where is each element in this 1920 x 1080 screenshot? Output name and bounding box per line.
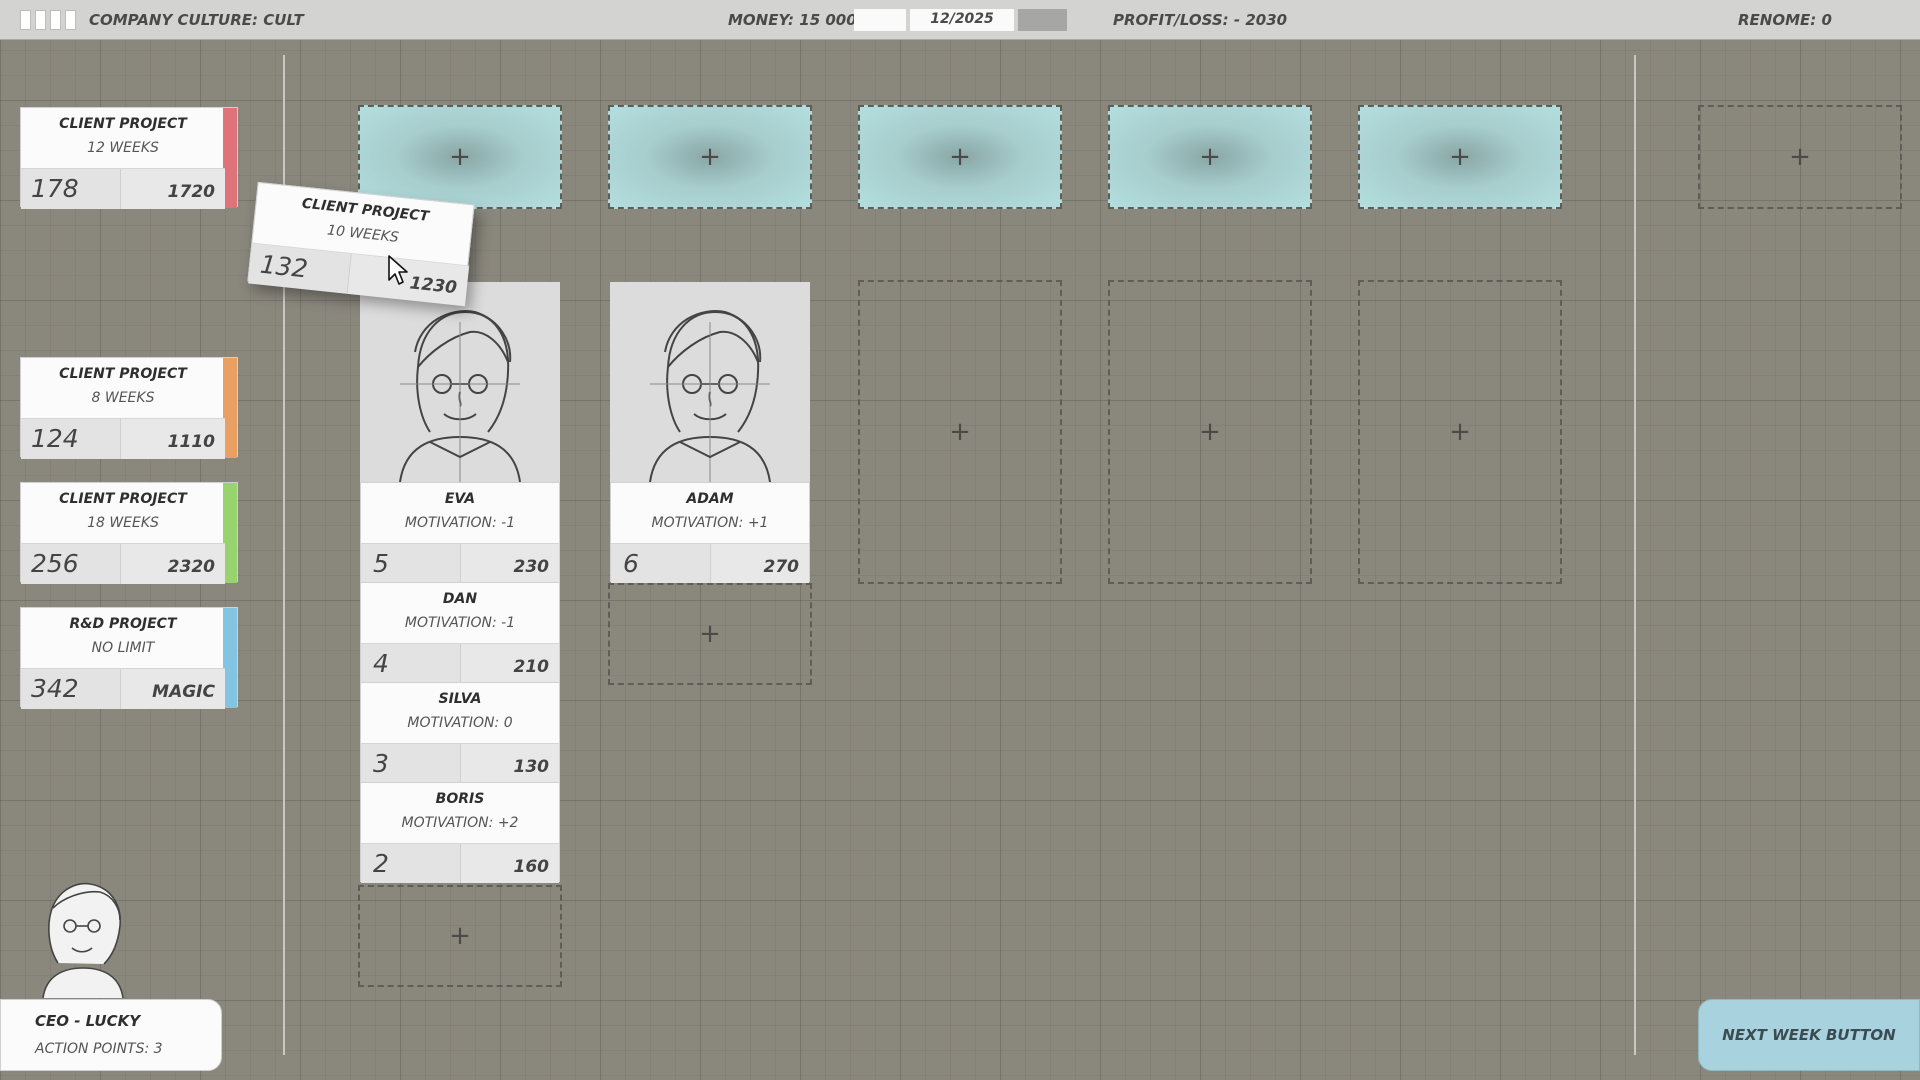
employee-slot[interactable]: + [358, 885, 562, 987]
ceo-name: CEO - LUCKY [35, 1012, 141, 1030]
project-title: CLIENT PROJECT [59, 491, 187, 507]
project-color-tag [223, 108, 237, 208]
employee-portrait[interactable] [610, 282, 810, 482]
ceo-face-icon [42, 882, 124, 999]
action-points: ACTION POINTS: 3 [35, 1041, 163, 1057]
company-culture-label: COMPANY CULTURE: CULT [89, 11, 304, 29]
employee-slot[interactable]: + [608, 583, 812, 685]
project-duration: 8 WEEKS [91, 390, 155, 406]
employee-skill: 2 [361, 844, 461, 883]
employee-name: EVA [444, 491, 476, 507]
employee-card[interactable]: DAN MOTIVATION: -1 4 210 [360, 582, 560, 683]
menu-icon[interactable] [20, 10, 77, 30]
employee-name: BORIS [435, 791, 485, 807]
employee-face-icon [649, 310, 771, 482]
employee-slot[interactable]: + [1358, 280, 1562, 584]
add-icon: + [1449, 142, 1471, 172]
employee-slot[interactable]: + [1108, 280, 1312, 584]
project-work: 178 [21, 169, 121, 209]
extra-project-slot[interactable]: + [1698, 105, 1902, 209]
project-slot[interactable]: + [1108, 105, 1312, 209]
add-icon: + [449, 142, 471, 172]
project-work: 132 [248, 243, 352, 294]
add-icon: + [1199, 417, 1221, 447]
project-slot[interactable]: + [608, 105, 812, 209]
employee-motivation: MOTIVATION: 0 [407, 715, 513, 731]
add-icon: + [949, 417, 971, 447]
ceo-panel: CEO - LUCKY ACTION POINTS: 3 [0, 999, 222, 1071]
add-icon: + [1449, 417, 1471, 447]
employee-skill: 6 [611, 544, 711, 583]
mouse-cursor-icon [388, 255, 408, 285]
employee-card[interactable]: SILVA MOTIVATION: 0 3 130 [360, 682, 560, 783]
project-card[interactable]: CLIENT PROJECT 18 WEEKS 256 2320 [20, 482, 238, 584]
employee-salary: 130 [461, 744, 559, 783]
employee-salary: 160 [461, 844, 559, 883]
employee-motivation: MOTIVATION: +1 [651, 515, 769, 531]
add-icon: + [699, 619, 721, 649]
employee-name: DAN [442, 591, 478, 607]
project-card[interactable]: CLIENT PROJECT 8 WEEKS 124 1110 [20, 357, 238, 459]
employee-skill: 5 [361, 544, 461, 583]
ceo-portrait[interactable] [28, 868, 138, 999]
project-reward: 1720 [121, 169, 225, 209]
employee-face-icon [399, 310, 521, 482]
employee-card[interactable]: BORIS MOTIVATION: +2 2 160 [360, 782, 560, 883]
add-icon: + [1199, 142, 1221, 172]
project-slot[interactable]: + [358, 105, 562, 209]
employee-skill: 4 [361, 644, 461, 683]
add-icon: + [449, 921, 471, 951]
employee-slot[interactable]: + [858, 280, 1062, 584]
employee-salary: 210 [461, 644, 559, 683]
project-reward: MAGIC [121, 669, 225, 709]
project-color-tag [223, 358, 237, 458]
project-title: CLIENT PROJECT [59, 116, 187, 132]
project-reward: 2320 [121, 544, 225, 584]
project-title: CLIENT PROJECT [59, 366, 187, 382]
employee-motivation: MOTIVATION: -1 [404, 615, 516, 631]
date-prev-segment [854, 9, 906, 31]
employee-motivation: MOTIVATION: -1 [404, 515, 516, 531]
project-card[interactable]: CLIENT PROJECT 12 WEEKS 178 1720 [20, 107, 238, 209]
employee-skill: 3 [361, 744, 461, 783]
add-icon: + [949, 142, 971, 172]
money-label: MONEY: 15 000 [728, 11, 857, 29]
employee-name: ADAM [686, 491, 734, 507]
employee-motivation: MOTIVATION: +2 [401, 815, 519, 831]
employee-name: SILVA [438, 691, 482, 707]
add-icon: + [699, 142, 721, 172]
employee-card[interactable]: EVA MOTIVATION: -1 5 230 [360, 482, 560, 583]
project-slot[interactable]: + [858, 105, 1062, 209]
project-slot[interactable]: + [1358, 105, 1562, 209]
renome-label: RENOME: 0 [1738, 11, 1832, 29]
project-work: 342 [21, 669, 121, 709]
dragged-project-card[interactable]: CLIENT PROJECT 10 WEEKS 132 1230 [247, 181, 475, 307]
project-title: R&D PROJECT [69, 616, 177, 632]
profit-loss-label: PROFIT/LOSS: - 2030 [1113, 11, 1288, 29]
employee-salary: 230 [461, 544, 559, 583]
date-next-segment [1018, 9, 1067, 31]
project-duration: 12 WEEKS [87, 140, 159, 156]
right-divider [1634, 55, 1636, 1055]
project-color-tag [223, 608, 237, 708]
project-duration: NO LIMIT [91, 640, 155, 656]
employee-portrait[interactable] [360, 282, 560, 482]
project-reward: 1110 [121, 419, 225, 459]
next-week-button[interactable]: NEXT WEEK BUTTON [1698, 999, 1920, 1071]
top-status-bar: COMPANY CULTURE: CULT MONEY: 15 000 12/2… [0, 0, 1920, 40]
project-card[interactable]: R&D PROJECT NO LIMIT 342 MAGIC [20, 607, 238, 709]
date-display: 12/2025 [910, 9, 1014, 31]
project-work: 256 [21, 544, 121, 584]
employee-card[interactable]: ADAM MOTIVATION: +1 6 270 [610, 482, 810, 583]
project-duration: 18 WEEKS [87, 515, 159, 531]
project-work: 124 [21, 419, 121, 459]
employee-salary: 270 [711, 544, 809, 583]
project-color-tag [223, 483, 237, 583]
add-icon: + [1789, 142, 1811, 172]
